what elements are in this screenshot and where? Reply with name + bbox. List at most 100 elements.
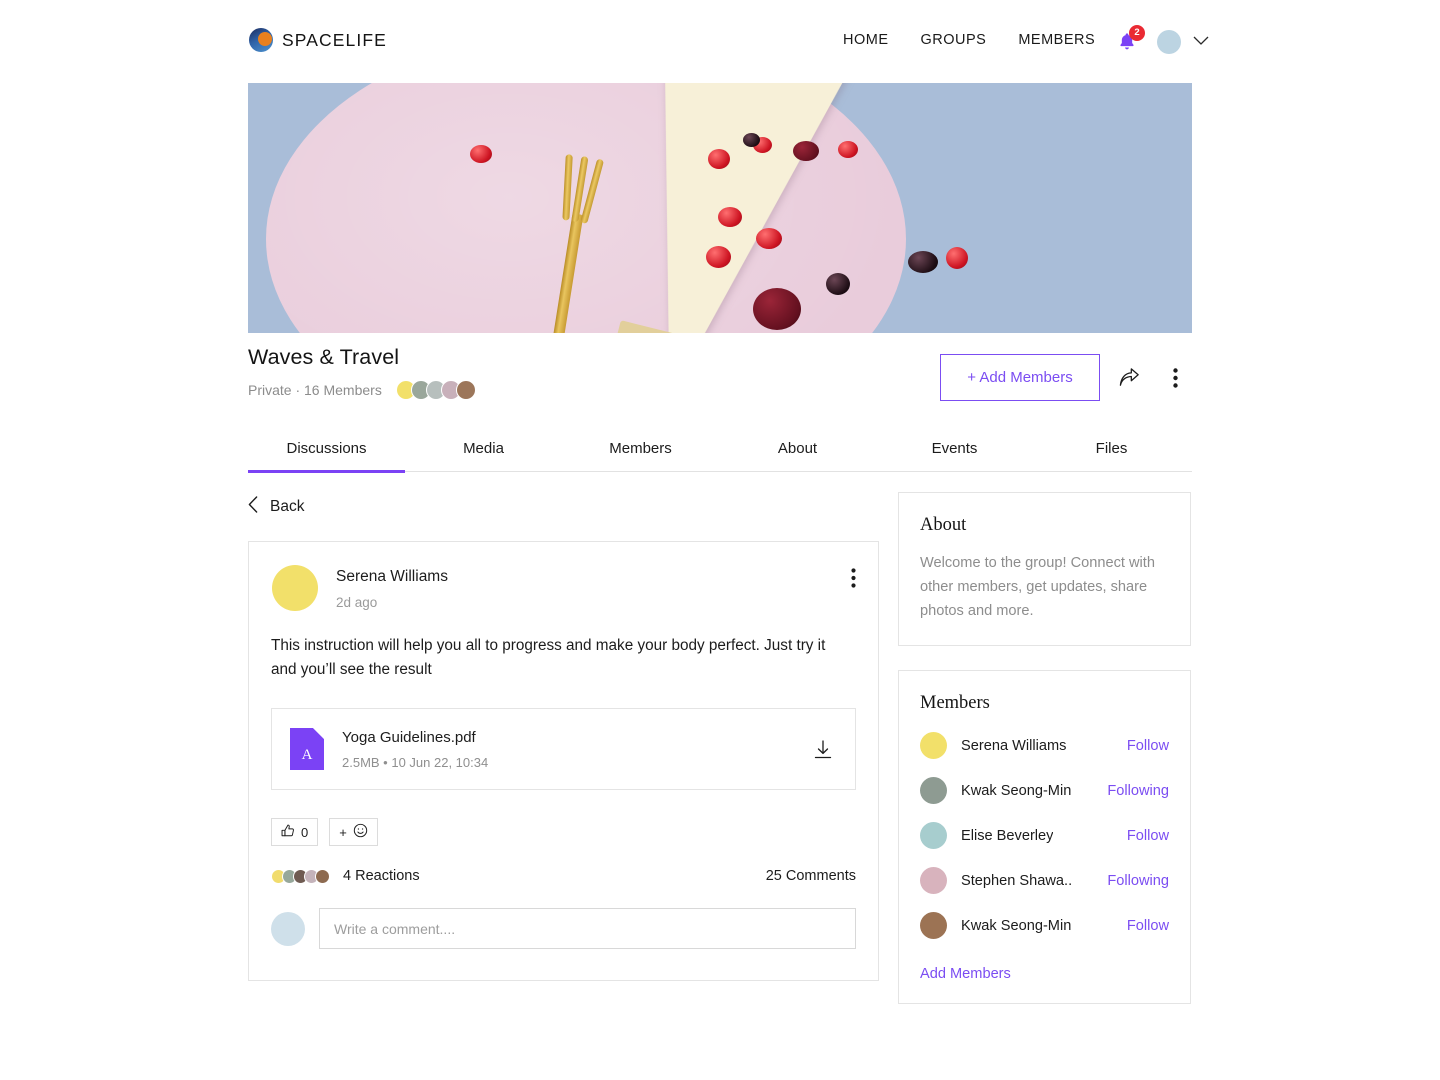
member-list-item: Kwak Seong-Min Following [920,777,1169,804]
attachment-text-block: Yoga Guidelines.pdf 2.5MB • 10 Jun 22, 1… [342,729,809,770]
brand-logo[interactable]: SPACELIFE [249,28,387,52]
download-icon[interactable] [809,735,837,763]
member-follow-button[interactable]: Following [1107,783,1169,799]
tab-files[interactable]: Files [1033,425,1190,472]
member-avatar-5 [455,380,476,400]
berry-red-5 [718,207,742,227]
main-nav-links: HOME GROUPS MEMBERS [843,32,1095,48]
post-card: Serena Williams 2d ago This instruction … [248,541,879,981]
chevron-down-icon[interactable] [1193,33,1209,51]
current-user-avatar [271,911,305,946]
member-follow-button[interactable]: Follow [1127,828,1169,844]
add-members-link[interactable]: Add Members [920,966,1011,982]
chevron-left-icon [248,496,258,518]
post-timestamp: 2d ago [336,595,378,610]
brand-name: SPACELIFE [282,29,387,50]
berry-red-2 [708,149,730,169]
nav-link-home[interactable]: HOME [843,32,889,48]
share-icon[interactable] [1112,361,1146,395]
post-body-text: This instruction will help you all to pr… [271,637,826,678]
tab-members[interactable]: Members [562,425,719,472]
like-count: 0 [301,824,309,840]
page-root: SPACELIFE HOME GROUPS MEMBERS 2 Waves & … [0,0,1440,1080]
member-list-item: Kwak Seong-Min Follow [920,912,1169,939]
berry-red-4 [838,141,858,158]
attachment-meta: 2.5MB • 10 Jun 22, 10:34 [342,754,489,770]
user-avatar[interactable] [1157,30,1181,54]
about-card-text: Welcome to the group! Connect with other… [920,555,1155,619]
post-author-block: Serena Williams 2d ago [336,565,448,610]
member-name: Elise Beverley [961,827,1054,844]
berry-red-7 [706,246,731,268]
berry-red-8 [946,247,968,269]
tab-about[interactable]: About [719,425,876,472]
berry-dark-1 [793,141,819,161]
member-avatar[interactable] [920,732,947,759]
group-header: Waves & Travel Private · 16 Members + Ad… [248,345,1192,417]
nav-right-cluster: 2 [1113,25,1209,56]
members-card-title: Members [920,693,990,713]
spacelife-logo-icon [249,28,273,52]
plus-label: + [339,824,347,840]
member-avatar[interactable] [920,867,947,894]
smiley-icon [353,823,368,841]
berry-red-6 [756,228,782,249]
member-name: Kwak Seong-Min [961,917,1072,934]
berry-black-2 [826,273,850,295]
tab-media[interactable]: Media [405,425,562,472]
post-reaction-buttons: 0 + [249,790,878,846]
sidebar: About Welcome to the group! Connect with… [898,492,1191,1004]
tab-events[interactable]: Events [876,425,1033,472]
notification-badge: 2 [1129,25,1145,41]
notifications-button[interactable]: 2 [1113,25,1145,56]
post-counts-row: 4 Reactions 25 Comments [249,846,878,884]
post-author-avatar[interactable] [272,565,318,611]
post-author-name: Serena Williams [336,568,448,585]
post-more-vertical-icon[interactable] [851,568,856,593]
group-tabs: Discussions Media Members About Events F… [248,425,1192,473]
back-label: Back [270,498,305,515]
member-follow-button[interactable]: Following [1107,873,1169,889]
member-list-item: Stephen Shawa.. Following [920,867,1169,894]
members-card: Members Serena Williams Follow Kwak Seon… [898,670,1191,1004]
group-header-actions: + Add Members [940,354,1192,401]
reaction-avatar-5 [315,868,330,884]
about-card-title: About [920,515,967,535]
attachment-filename: Yoga Guidelines.pdf [342,728,476,746]
berry-black-3 [908,251,938,273]
member-name: Kwak Seong-Min [961,782,1072,799]
post-header: Serena Williams 2d ago [249,542,878,611]
more-vertical-icon[interactable] [1158,361,1192,395]
add-members-button[interactable]: + Add Members [940,354,1100,401]
nav-link-members[interactable]: MEMBERS [1018,32,1095,48]
top-navigation-bar: SPACELIFE HOME GROUPS MEMBERS 2 [0,0,1440,80]
group-meta-text: Private · 16 Members [248,382,382,398]
member-avatar[interactable] [920,777,947,804]
comments-count-label[interactable]: 25 Comments [766,868,856,884]
post-attachment[interactable]: A Yoga Guidelines.pdf 2.5MB • 10 Jun 22,… [271,708,856,790]
pdf-file-icon: A [290,728,324,770]
nav-link-groups[interactable]: GROUPS [921,32,987,48]
member-follow-button[interactable]: Follow [1127,918,1169,934]
thumbs-up-icon [281,824,295,841]
reactions-count-label[interactable]: 4 Reactions [343,868,420,884]
member-name: Serena Williams [961,737,1067,754]
about-card: About Welcome to the group! Connect with… [898,492,1191,646]
member-avatar[interactable] [920,822,947,849]
tab-discussions[interactable]: Discussions [248,425,405,473]
main-content: Back Serena Williams 2d ago This instruc… [248,492,1192,1004]
member-avatar[interactable] [920,912,947,939]
member-list-item: Elise Beverley Follow [920,822,1169,849]
berry-dark-2 [753,288,801,330]
group-member-avatar-stack[interactable] [395,380,476,400]
like-button[interactable]: 0 [271,818,319,846]
add-reaction-button[interactable]: + [329,818,378,846]
member-list-item: Serena Williams Follow [920,732,1169,759]
member-name: Stephen Shawa.. [961,872,1073,889]
reaction-avatar-stack[interactable] [271,868,330,884]
berry-red-1 [470,145,492,163]
comment-composer [249,884,878,975]
member-follow-button[interactable]: Follow [1127,738,1169,754]
comment-input[interactable] [319,908,856,949]
group-cover-image [248,83,1192,333]
